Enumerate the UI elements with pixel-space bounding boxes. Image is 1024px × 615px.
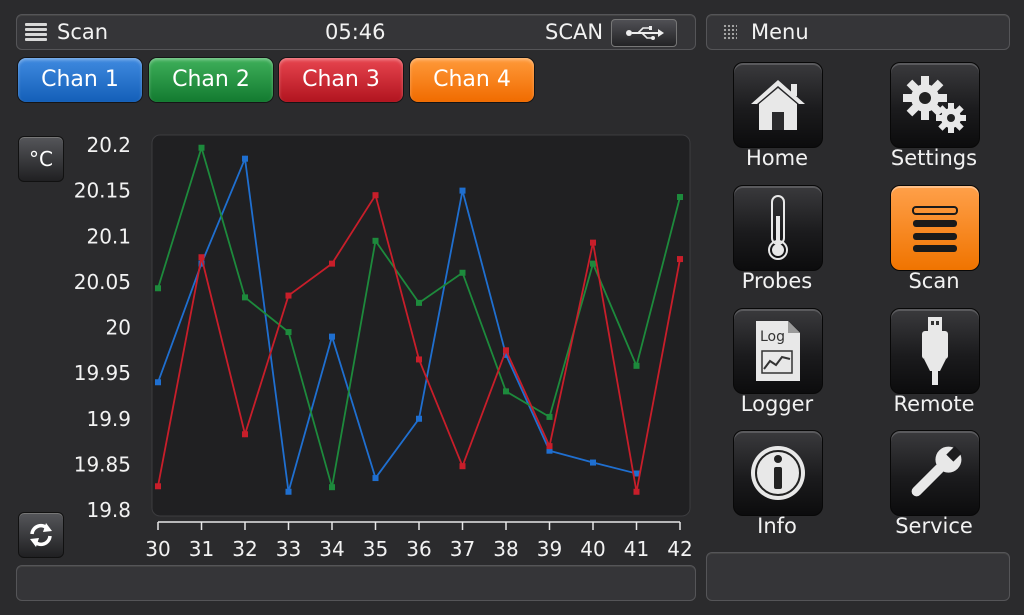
- nav-scan-button[interactable]: [890, 185, 980, 271]
- series-2-point: [459, 269, 466, 276]
- y-tick-label: 19.8: [86, 498, 131, 522]
- y-tick-label: 19.95: [74, 361, 131, 385]
- series-2-point: [416, 299, 422, 306]
- thermometer-icon: [763, 194, 793, 262]
- grip-icon: [723, 24, 737, 40]
- series-1-point: [590, 459, 596, 466]
- nav-logger-button[interactable]: Log: [733, 308, 823, 394]
- x-tick-label: 36: [406, 537, 431, 561]
- nav-home-label: Home: [745, 146, 808, 170]
- house-icon: [747, 76, 809, 134]
- series-2-point: [198, 144, 205, 151]
- y-tick-label: 20.05: [74, 270, 131, 294]
- series-3-point: [155, 483, 161, 490]
- menu-bar[interactable]: Menu: [706, 14, 1010, 50]
- nav-probes-button[interactable]: [733, 185, 823, 271]
- nav-service-button[interactable]: [890, 430, 980, 516]
- x-tick-label: 39: [537, 537, 562, 561]
- series-3-point: [285, 292, 292, 299]
- y-tick-label: 19.9: [86, 407, 131, 431]
- x-tick-label: 32: [232, 537, 257, 561]
- nav-home-button[interactable]: [733, 62, 823, 148]
- series-2-point: [155, 285, 161, 292]
- series-1-point: [459, 187, 466, 194]
- x-tick-label: 37: [450, 537, 475, 561]
- series-2-point: [329, 484, 335, 491]
- y-tick-label: 20.2: [86, 133, 131, 157]
- nav-settings-button[interactable]: [890, 62, 980, 148]
- series-2-point: [677, 194, 683, 201]
- usb-plug-icon: [918, 315, 952, 387]
- x-tick-label: 40: [580, 537, 605, 561]
- series-2-point: [633, 362, 640, 369]
- list-icon: [907, 203, 963, 253]
- series-2-point: [242, 294, 248, 301]
- chart-plot-area: [151, 134, 691, 517]
- nav-settings-label: Settings: [890, 146, 978, 170]
- x-tick-label: 33: [276, 537, 301, 561]
- series-3-point: [546, 443, 553, 450]
- x-tick-label: 31: [189, 537, 214, 561]
- wrench-icon: [902, 440, 968, 506]
- series-1-point: [242, 155, 248, 162]
- x-tick-label: 30: [145, 537, 170, 561]
- series-2-point: [546, 413, 553, 420]
- log-document-icon: Log: [752, 319, 804, 383]
- nav-remote-button[interactable]: [890, 308, 980, 394]
- nav-remote-label: Remote: [893, 392, 975, 416]
- nav-logger-label: Logger: [740, 392, 814, 416]
- series-2-point: [590, 260, 596, 267]
- series-2-point: [285, 329, 292, 336]
- series-1-point: [416, 415, 422, 422]
- x-tick-label: 35: [363, 537, 388, 561]
- series-3-point: [677, 256, 683, 263]
- series-3-point: [633, 488, 640, 495]
- y-tick-label: 20.15: [74, 179, 131, 203]
- gears-icon: [899, 72, 971, 138]
- series-2-point: [503, 388, 509, 395]
- menu-title: Menu: [751, 20, 809, 44]
- svg-text:Log: Log: [760, 329, 785, 345]
- series-1-point: [329, 333, 335, 340]
- series-3-point: [198, 254, 205, 261]
- x-tick-label: 42: [667, 537, 692, 561]
- series-3-point: [372, 192, 379, 199]
- series-3-point: [416, 356, 422, 363]
- y-tick-label: 20: [106, 316, 131, 340]
- series-1-point: [155, 379, 161, 386]
- x-tick-label: 41: [624, 537, 649, 561]
- series-3-point: [459, 463, 466, 470]
- y-tick-label: 20.1: [86, 224, 131, 248]
- info-icon: [747, 442, 809, 504]
- x-tick-label: 38: [493, 537, 518, 561]
- series-3-point: [329, 260, 335, 267]
- nav-service-label: Service: [895, 514, 973, 538]
- scan-chart: 20.2 20.15 20.1 20.05 20 19.95 19.9 19.85 19.8 3…: [74, 133, 693, 561]
- series-3-point: [242, 431, 248, 438]
- nav-info-label: Info: [757, 514, 797, 538]
- menu-message-bar: [706, 552, 1010, 601]
- series-3-point: [503, 347, 509, 354]
- message-bar: [16, 565, 696, 601]
- series-1-point: [285, 488, 292, 495]
- series-2-point: [372, 237, 379, 244]
- series-1-point: [372, 475, 379, 482]
- series-3-point: [590, 239, 596, 246]
- nav-scan-label: Scan: [908, 269, 960, 293]
- x-tick-label: 34: [319, 537, 344, 561]
- nav-info-button[interactable]: [733, 430, 823, 516]
- nav-probes-label: Probes: [741, 269, 813, 293]
- y-tick-label: 19.85: [74, 452, 131, 476]
